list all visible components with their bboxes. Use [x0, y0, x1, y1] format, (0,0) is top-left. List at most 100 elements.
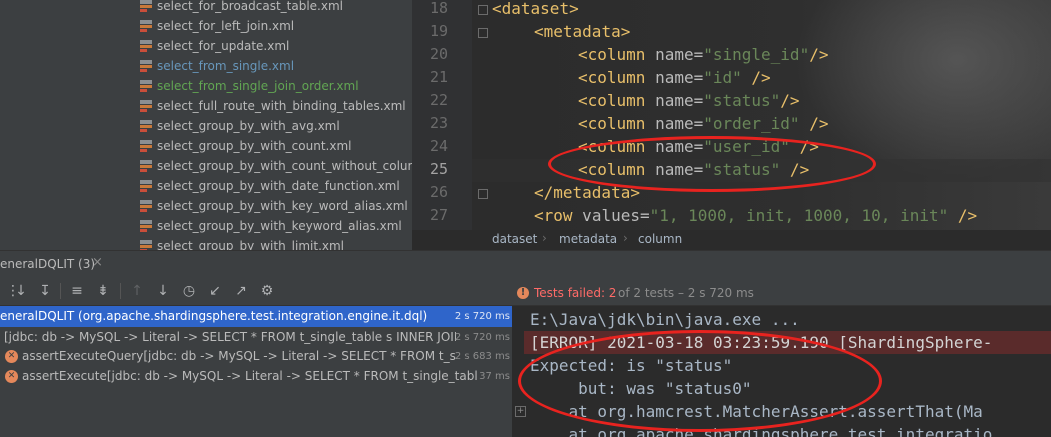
run-config-tab[interactable]: eneralDQLIT (3): [0, 257, 95, 271]
tag-close: >: [620, 22, 631, 41]
test-row-selected[interactable]: eneralDQLIT (org.apache.shardingsphere.t…: [0, 306, 512, 327]
expand-stacktrace-icon[interactable]: +: [515, 406, 526, 417]
test-row-label: assertExecuteQuery[jdbc: db -> MySQL -> …: [22, 349, 456, 363]
console-line: E:\Java\jdk\bin\java.exe ...: [530, 310, 800, 329]
tag-open: <: [578, 91, 588, 110]
tag-name: metadata: [553, 183, 631, 202]
tree-item-label: select_group_by_with_key_word_alias.xml: [157, 199, 408, 213]
tree-item-label: select_group_by_with_count.xml: [157, 139, 352, 153]
tag-open: <: [492, 0, 502, 18]
sort-alphabetically-icon[interactable]: ↓: [12, 282, 30, 300]
test-duration: 37 ms: [479, 371, 510, 382]
tag-name: column: [587, 137, 646, 156]
tag-name: metadata: [543, 22, 621, 41]
code-line-18[interactable]: <dataset>: [492, 0, 579, 20]
tag-open: <: [578, 45, 588, 64]
attribute-name: name=: [645, 137, 704, 156]
tag-name: column: [587, 91, 646, 110]
fold-marker-icon[interactable]: [478, 5, 488, 15]
tag-close: />: [799, 114, 829, 133]
tree-item-label: select_group_by_with_avg.xml: [157, 119, 340, 133]
test-row-label: assertExecute[jdbc: db -> MySQL -> Liter…: [22, 369, 477, 383]
sort-by-duration-icon[interactable]: ↧: [36, 282, 54, 300]
fold-marker-icon[interactable]: [478, 28, 488, 38]
xml-file-icon: [140, 20, 152, 32]
xml-file-icon: [140, 160, 152, 172]
tag-close: >: [569, 0, 579, 18]
tree-item-label: select_for_update.xml: [157, 39, 290, 53]
tree-item-label: select_from_single.xml: [157, 59, 295, 73]
tag-close: />: [780, 91, 800, 110]
xml-file-icon: [140, 0, 152, 12]
xml-file-icon: [140, 180, 152, 192]
attribute-name: name=: [645, 91, 704, 110]
test-duration: 2 s 683 ms: [454, 351, 510, 362]
test-row[interactable]: ✕ assertExecuteQuery[jdbc: db -> MySQL -…: [0, 346, 512, 367]
line-number: 27: [429, 206, 448, 224]
fold-marker-icon[interactable]: [478, 189, 488, 199]
test-row-label: eneralDQLIT (org.apache.shardingsphere.t…: [0, 309, 428, 323]
attribute-value: "single_id": [703, 45, 810, 64]
breadcrumb: dataset › metadata › column: [412, 230, 1051, 250]
tag-open: <: [534, 206, 544, 225]
code-line-27[interactable]: <row values="1, 1000, init, 1000, 10, in…: [534, 204, 977, 227]
breadcrumb-item[interactable]: metadata: [559, 232, 617, 246]
import-tests-icon[interactable]: ↙: [206, 282, 224, 300]
tree-item-label: select_from_single_join_order.xml: [157, 79, 359, 93]
tag-close: />: [789, 137, 819, 156]
tree-item-label: select_group_by_with_date_function.xml: [157, 179, 400, 193]
console-output[interactable]: E:\Java\jdk\bin\java.exe ... [ERROR] 202…: [512, 306, 1051, 437]
code-editor[interactable]: 18 19 20 21 22 23 24 25 26 27 <dataset> …: [412, 0, 1051, 230]
code-line-23[interactable]: <column name="order_id" />: [578, 112, 828, 135]
settings-gear-icon[interactable]: ⚙: [258, 282, 276, 300]
line-number: 24: [429, 137, 448, 155]
tag-close: />: [948, 206, 978, 225]
tag-open: <: [578, 68, 588, 87]
console-line: at org.hamcrest.MatcherAssert.assertThat…: [530, 402, 983, 421]
test-row[interactable]: [jdbc: db -> MySQL -> Literal -> SELECT …: [0, 327, 512, 348]
xml-file-icon: [140, 80, 152, 92]
test-duration: 2 s 720 ms: [454, 311, 510, 322]
tests-summary-text: of 2 tests – 2 s 720 ms: [618, 286, 754, 300]
line-number: 22: [429, 91, 448, 109]
tag-close: />: [780, 160, 810, 179]
tag-close: >: [630, 183, 640, 202]
test-duration: 2 s 720 ms: [454, 332, 510, 343]
export-tests-icon[interactable]: ↗: [232, 282, 250, 300]
console-line: but: was "status0": [530, 379, 752, 398]
line-number: 18: [429, 0, 448, 17]
test-failed-icon: ✕: [5, 350, 18, 363]
tag-name: dataset: [501, 0, 570, 18]
code-line-19[interactable]: <metadata>: [534, 20, 630, 43]
console-line: Expected: is "status": [530, 356, 733, 375]
expand-all-icon[interactable]: ≡: [68, 282, 86, 300]
breadcrumb-separator-icon: ›: [623, 231, 628, 245]
tag-open: <: [534, 22, 544, 41]
attribute-name: name=: [645, 68, 704, 87]
line-number: 26: [429, 183, 448, 201]
attribute-value: "order_id": [703, 114, 800, 133]
tag-name: row: [543, 206, 573, 225]
breadcrumb-item[interactable]: dataset: [492, 232, 537, 246]
next-failed-icon[interactable]: ↓: [154, 282, 172, 300]
breadcrumb-item[interactable]: column: [638, 232, 682, 246]
code-line-22[interactable]: <column name="status"/>: [578, 89, 800, 112]
collapse-all-icon[interactable]: ⇟: [94, 282, 112, 300]
code-line-20[interactable]: <column name="single_id"/>: [578, 43, 828, 66]
code-line-21[interactable]: <column name="id" />: [578, 66, 771, 89]
code-line-25[interactable]: <column name="status" />: [578, 158, 809, 181]
test-failed-icon: ✕: [5, 370, 18, 383]
close-icon[interactable]: ×: [92, 255, 103, 270]
tag-open: <: [578, 114, 588, 133]
history-icon[interactable]: ◷: [180, 282, 198, 300]
test-row[interactable]: ✕ assertExecute[jdbc: db -> MySQL -> Lit…: [0, 366, 512, 387]
previous-failed-icon[interactable]: ↑: [128, 282, 146, 300]
tag-name: column: [587, 114, 646, 133]
tag-close: />: [809, 45, 829, 64]
toolbar-separator: [60, 283, 61, 299]
code-line-26[interactable]: </metadata>: [534, 181, 640, 204]
tests-failed-text: Tests failed: 2: [534, 286, 617, 300]
current-line-number: 25: [429, 160, 448, 178]
code-line-24[interactable]: <column name="user_id" />: [578, 135, 819, 158]
attribute-name: values=: [572, 206, 650, 225]
